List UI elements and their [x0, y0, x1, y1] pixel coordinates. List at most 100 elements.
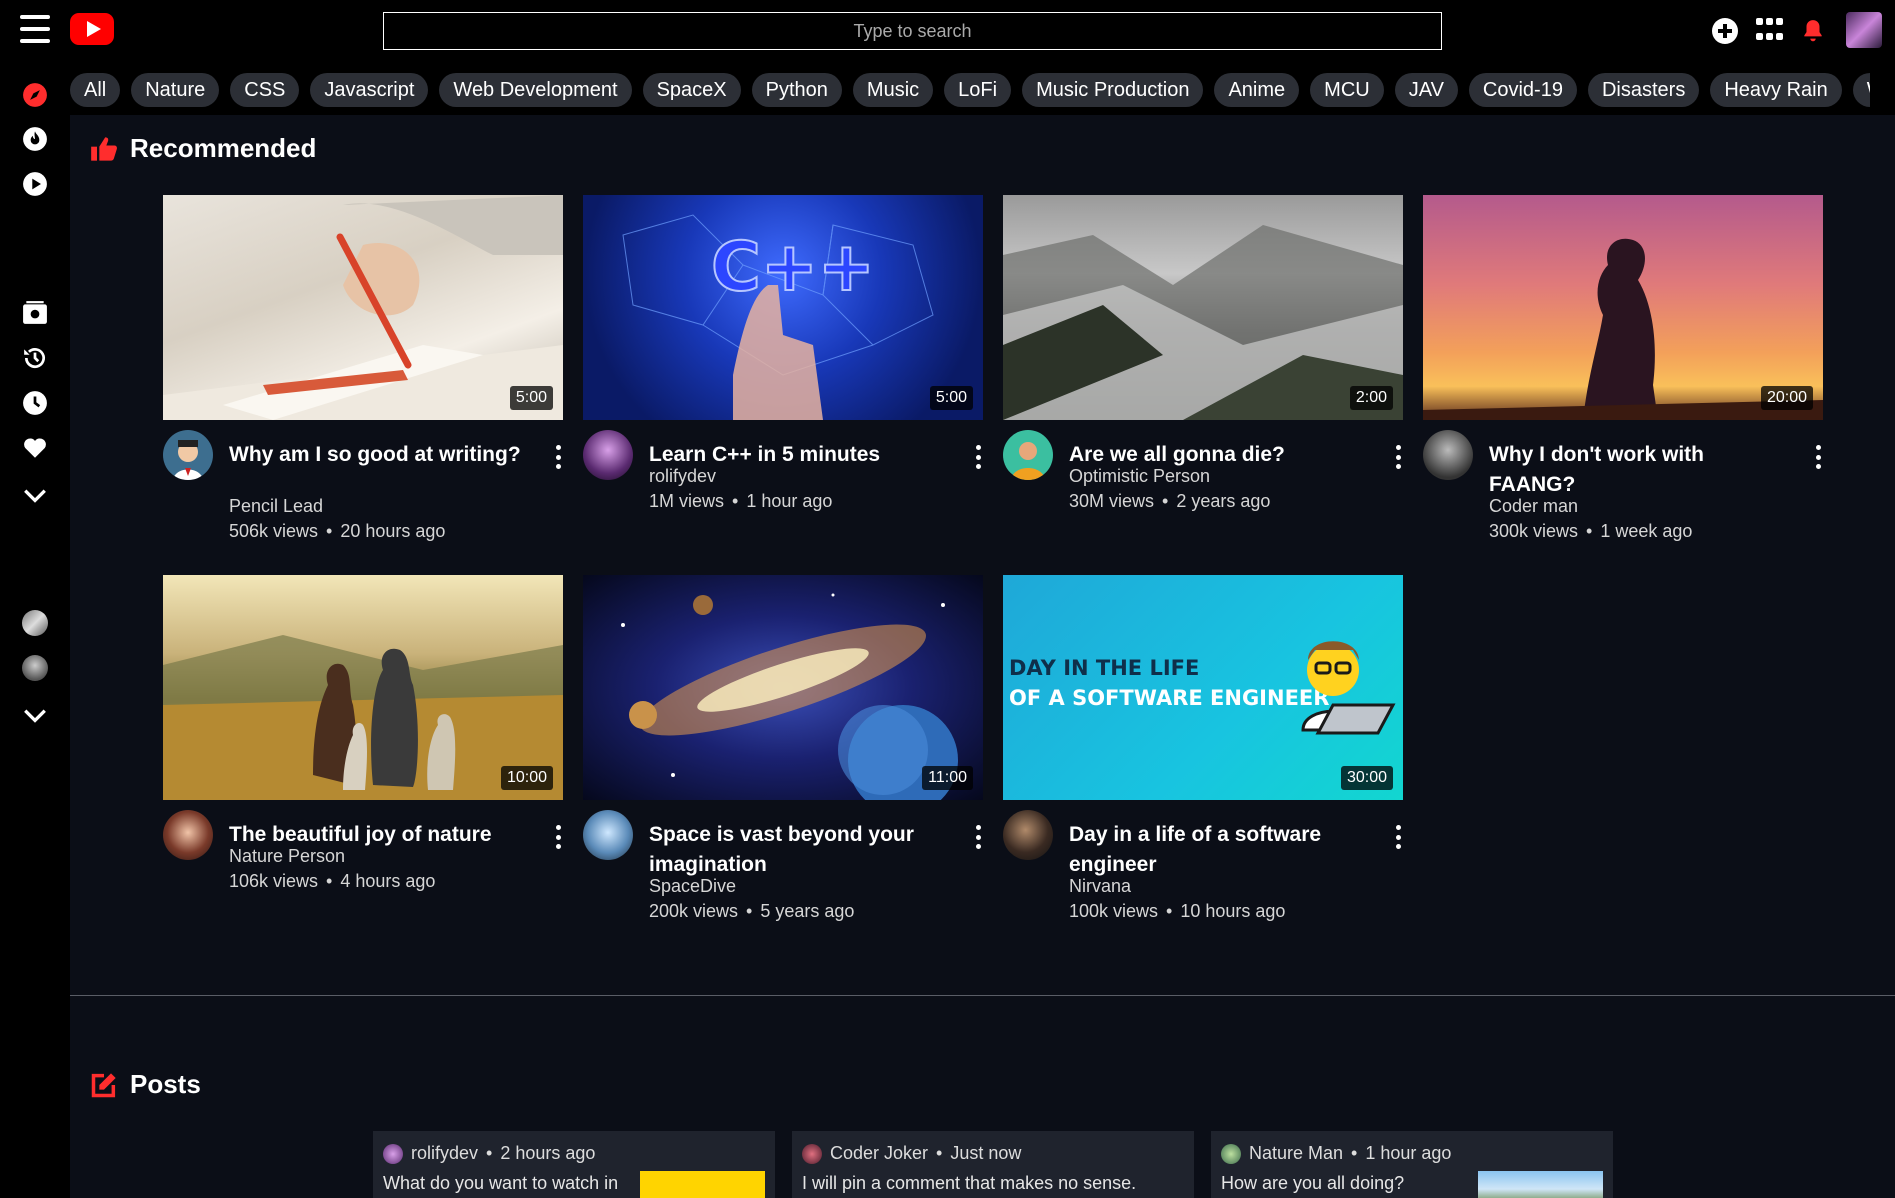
upload-age: 1 hour ago: [746, 491, 833, 511]
separator: •: [746, 901, 753, 921]
more-options-icon[interactable]: [553, 445, 563, 469]
flame-icon[interactable]: [22, 126, 48, 152]
post-card[interactable]: rolifydev • 2 hours ago What do you want…: [373, 1131, 775, 1198]
post-image[interactable]: [1478, 1171, 1603, 1198]
channel-name[interactable]: Optimistic Person: [1069, 464, 1210, 489]
channel-avatar[interactable]: [163, 810, 213, 860]
video-card[interactable]: 2:00 Are we all gonna die? Optimistic Pe…: [1003, 195, 1403, 545]
thumbnail-art: C++: [622, 214, 934, 420]
channel-avatar[interactable]: [163, 430, 213, 480]
play-circle-icon[interactable]: [22, 171, 48, 197]
chip-anime[interactable]: Anime: [1214, 73, 1300, 107]
post-avatar[interactable]: [1221, 1143, 1241, 1164]
clock-icon[interactable]: [22, 390, 48, 416]
channel-avatar[interactable]: [1003, 810, 1053, 860]
chip-wi[interactable]: Wi: [1852, 73, 1870, 107]
heart-icon[interactable]: [22, 435, 48, 461]
video-thumbnail[interactable]: DAY IN THE LIFE OF A SOFTWARE ENGINEER 3…: [1003, 575, 1403, 800]
channel-name[interactable]: Nature Person: [229, 844, 345, 869]
channel-name[interactable]: Pencil Lead: [229, 494, 323, 519]
chip-javascript[interactable]: Javascript: [310, 73, 429, 107]
channel-avatar[interactable]: [583, 430, 633, 480]
chip-music-production[interactable]: Music Production: [1022, 73, 1204, 107]
separator: •: [1166, 901, 1173, 921]
create-plus-icon[interactable]: [1712, 18, 1738, 44]
chip-heavy-rain[interactable]: Heavy Rain: [1710, 73, 1842, 107]
chevron-down-icon[interactable]: [22, 482, 48, 508]
video-thumbnail[interactable]: C++ 5:00: [583, 195, 983, 420]
video-thumbnail[interactable]: 20:00: [1423, 195, 1823, 420]
user-avatar[interactable]: [1846, 12, 1882, 48]
post-author[interactable]: Nature Man: [1249, 1143, 1343, 1164]
chip-python[interactable]: Python: [751, 73, 842, 107]
library-icon[interactable]: [22, 300, 48, 326]
chip-all[interactable]: All: [70, 73, 121, 107]
more-options-icon[interactable]: [973, 825, 983, 849]
more-options-icon[interactable]: [973, 445, 983, 469]
section-title: Recommended: [130, 133, 317, 163]
video-duration: 2:00: [1349, 386, 1393, 410]
post-card[interactable]: Nature Man • 1 hour ago How are you all …: [1211, 1131, 1613, 1198]
separator: •: [326, 521, 333, 541]
video-card[interactable]: DAY IN THE LIFE OF A SOFTWARE ENGINEER 3…: [1003, 575, 1403, 925]
channel-name[interactable]: Coder man: [1489, 494, 1578, 519]
video-card[interactable]: 20:00 Why I don't work with FAANG? Coder…: [1423, 195, 1823, 545]
view-count: 106k views: [229, 871, 319, 891]
video-title[interactable]: Why I don't work with FAANG?: [1489, 440, 1789, 500]
chip-disasters[interactable]: Disasters: [1587, 73, 1700, 107]
subscription-avatar[interactable]: [22, 610, 48, 636]
subscription-avatar[interactable]: [22, 655, 48, 681]
upload-age: 10 hours ago: [1180, 901, 1286, 921]
search-input[interactable]: [383, 12, 1442, 50]
chip-mcu[interactable]: MCU: [1310, 73, 1384, 107]
more-options-icon[interactable]: [553, 825, 563, 849]
section-title: Posts: [130, 1069, 201, 1099]
video-card[interactable]: C++ 5:00 Learn C++ in 5 minutes rolifyde…: [583, 195, 983, 545]
video-thumbnail[interactable]: 10:00: [163, 575, 563, 800]
video-thumbnail[interactable]: 11:00: [583, 575, 983, 800]
more-options-icon[interactable]: [1393, 825, 1403, 849]
hamburger-menu-icon[interactable]: [20, 15, 50, 43]
channel-name[interactable]: rolifydev: [649, 464, 716, 489]
more-options-icon[interactable]: [1813, 445, 1823, 469]
compass-icon[interactable]: [22, 82, 48, 108]
post-card[interactable]: Coder Joker • Just now I will pin a comm…: [792, 1131, 1194, 1198]
video-title[interactable]: Space is vast beyond your imagination: [649, 820, 949, 880]
bell-icon[interactable]: [1800, 18, 1826, 44]
post-header: Nature Man • 1 hour ago: [1221, 1143, 1451, 1164]
channel-avatar[interactable]: [583, 810, 633, 860]
video-title[interactable]: Day in a life of a software engineer: [1069, 820, 1369, 880]
channel-name[interactable]: Nirvana: [1069, 874, 1131, 899]
history-icon[interactable]: [22, 345, 48, 371]
chip-web-development[interactable]: Web Development: [439, 73, 632, 107]
channel-name[interactable]: SpaceDive: [649, 874, 736, 899]
post-avatar[interactable]: [802, 1143, 822, 1164]
post-image[interactable]: [640, 1171, 765, 1198]
category-chips: All Nature CSS Javascript Web Developmen…: [70, 73, 1870, 109]
video-card[interactable]: 11:00 Space is vast beyond your imaginat…: [583, 575, 983, 925]
channel-avatar[interactable]: [1423, 430, 1473, 480]
separator: •: [486, 1143, 493, 1163]
video-card[interactable]: 5:00 Why am I so good at writing? Pencil…: [163, 195, 563, 545]
video-card[interactable]: 10:00 The beautiful joy of nature Nature…: [163, 575, 563, 925]
video-title[interactable]: Why am I so good at writing?: [229, 440, 529, 470]
post-author[interactable]: Coder Joker: [830, 1143, 928, 1164]
chip-css[interactable]: CSS: [230, 73, 300, 107]
post-author[interactable]: rolifydev: [411, 1143, 478, 1164]
chip-music[interactable]: Music: [852, 73, 934, 107]
video-thumbnail[interactable]: 5:00: [163, 195, 563, 420]
more-options-icon[interactable]: [1393, 445, 1403, 469]
upload-age: 1 week ago: [1600, 521, 1693, 541]
thumbnail-text: OF A SOFTWARE ENGINEER: [1009, 686, 1329, 710]
chip-nature[interactable]: Nature: [131, 73, 220, 107]
chevron-down-icon[interactable]: [22, 702, 48, 728]
post-avatar[interactable]: [383, 1143, 403, 1164]
video-thumbnail[interactable]: 2:00: [1003, 195, 1403, 420]
channel-avatar[interactable]: [1003, 430, 1053, 480]
chip-covid-19[interactable]: Covid-19: [1468, 73, 1577, 107]
chip-spacex[interactable]: SpaceX: [642, 73, 741, 107]
chip-jav[interactable]: JAV: [1394, 73, 1458, 107]
apps-grid-icon[interactable]: [1756, 18, 1783, 44]
chip-lofi[interactable]: LoFi: [944, 73, 1012, 107]
youtube-logo-icon[interactable]: [70, 13, 114, 45]
